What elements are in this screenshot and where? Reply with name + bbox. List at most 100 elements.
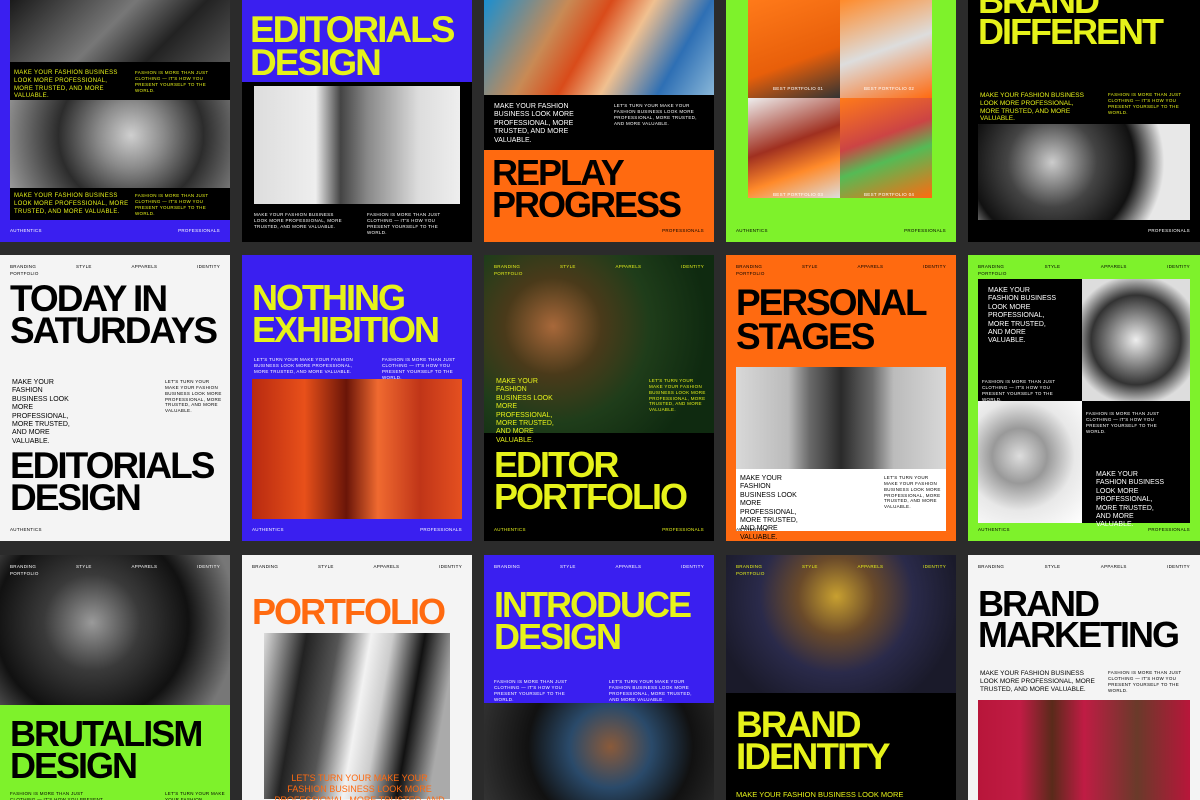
meta-identity: IDENTITY: [681, 564, 704, 569]
tagline-text: MAKE YOUR FASHION BUSINESS LOOK MORE PRO…: [254, 212, 342, 229]
grid-label-3: BEST PORTFOLIO 03: [773, 192, 824, 197]
meta-apparels: APPARELS: [131, 564, 158, 569]
photo-grid-4: [840, 98, 932, 198]
photo-grid-1: [748, 0, 840, 98]
meta-identity: IDENTITY: [923, 264, 946, 269]
small-text: FASHION IS MORE THAN JUST CLOTHING — IT'…: [1086, 411, 1160, 434]
tagline-text: MAKE YOUR FASHION BUSINESS LOOK MORE PRO…: [12, 379, 70, 445]
card-r1c1[interactable]: MAKE YOUR FASHION BUSINESS LOOK MORE PRO…: [0, 0, 230, 242]
small-text: FASHION IS MORE THAN JUST CLOTHING — IT'…: [10, 791, 104, 800]
meta-style: STYLE: [559, 564, 576, 569]
footer-left: AUTHENTICS: [10, 527, 42, 533]
small-text: LET'S TURN YOUR MAKE YOUR FASHION BUSINE…: [165, 379, 222, 414]
small-text: LET'S TURN YOUR MAKE YOUR FASHION BUSINE…: [609, 679, 692, 702]
footer-left: AUTHENTICS: [978, 527, 1010, 533]
footer-left: AUTHENTICS: [494, 527, 526, 533]
meta-branding: BRANDING: [494, 264, 521, 269]
photo-grid-3: [748, 98, 840, 198]
meta-portfolio: PORTFOLIO: [736, 571, 765, 576]
meta-portfolio: PORTFOLIO: [494, 271, 523, 276]
photo-red-curtain-silhouette: [252, 379, 462, 519]
meta-apparels: APPARELS: [1100, 564, 1127, 569]
tagline-text: MAKE YOUR FASHION BUSINESS LOOK MORE PRO…: [494, 103, 574, 144]
meta-branding: BRANDING: [736, 564, 763, 569]
meta-identity: IDENTITY: [197, 564, 220, 569]
footer-left: AUTHENTICS: [10, 228, 42, 234]
tagline-text: MAKE YOUR FASHION BUSINESS LOOK MORE PRO…: [980, 92, 1084, 123]
meta-branding: BRANDING: [10, 264, 37, 269]
meta-apparels: APPARELS: [131, 264, 158, 269]
small-text: LET'S TURN YOUR MAKE YOUR FASHION BUSINE…: [254, 357, 354, 374]
card-r1c4[interactable]: BEST PORTFOLIO 01 BEST PORTFOLIO 02 BEST…: [726, 0, 956, 242]
small-text: FASHION IS MORE THAN JUST CLOTHING — IT'…: [982, 379, 1056, 402]
footer-right: PROFESSIONALS: [420, 527, 462, 533]
footer-right: PROFESSIONALS: [1148, 228, 1190, 234]
photo-two-men-suits: [254, 86, 460, 204]
meta-identity: IDENTITY: [923, 564, 946, 569]
meta-identity: IDENTITY: [197, 264, 220, 269]
meta-style: STYLE: [559, 264, 576, 269]
tagline-text: MAKE YOUR FASHION BUSINESS LOOK MORE PRO…: [496, 378, 554, 444]
card-r1c5[interactable]: BRAND DIFFERENT MAKE YOUR FASHION BUSINE…: [968, 0, 1200, 242]
card-r3c5[interactable]: BRANDING STYLE APPARELS IDENTITY BRAND MARK…: [968, 555, 1200, 800]
meta-branding: BRANDING: [978, 564, 1005, 569]
card-title-line2: PORTFOLIO: [494, 476, 688, 517]
meta-identity: IDENTITY: [1167, 264, 1190, 269]
footer-left: AUTHENTICS: [736, 527, 768, 533]
small-text: FASHION IS MORE THAN JUST CLOTHING — IT'…: [135, 70, 209, 93]
photo-man-sunglasses-bw: [0, 555, 230, 705]
card-r2c2[interactable]: NOTHING EXHIBITION LET'S TURN YOUR MAKE …: [242, 255, 472, 541]
card-r1c3[interactable]: MAKE YOUR FASHION BUSINESS LOOK MORE PRO…: [484, 0, 714, 242]
card-r1c2[interactable]: EDITORIALS DESIGN MAKE YOUR FASHION BUSI…: [242, 0, 472, 242]
card-title-line2: PROGRESS: [492, 184, 682, 225]
meta-apparels: APPARELS: [373, 564, 400, 569]
meta-branding: BRANDING: [10, 564, 37, 569]
footer-left: AUTHENTICS: [736, 228, 768, 234]
meta-portfolio: PORTFOLIO: [736, 271, 765, 276]
small-text: LET'S TURN YOUR MAKE YOUR FASHION BUSINE…: [649, 378, 706, 413]
card-r2c1[interactable]: BRANDING STYLE APPARELS IDENTITY PORTFOLIO …: [0, 255, 230, 541]
card-r2c4[interactable]: BRANDING STYLE APPARELS IDENTITY PORTFOLIO …: [726, 255, 956, 541]
card-r3c3[interactable]: BRANDING STYLE APPARELS IDENTITY INTRODUCE …: [484, 555, 714, 800]
card-r2c5[interactable]: BRANDING STYLE APPARELS IDENTITY PORTFOLIO …: [968, 255, 1200, 541]
small-text: FASHION IS MORE THAN JUST CLOTHING — IT'…: [1108, 92, 1182, 115]
card-r2c3[interactable]: BRANDING STYLE APPARELS IDENTITY PORTFOLIO …: [484, 255, 714, 541]
tagline-text: MAKE YOUR FASHION BUSINESS LOOK MORE PRO…: [14, 193, 129, 215]
meta-style: STYLE: [75, 564, 92, 569]
photo-two-people-red: [978, 700, 1190, 800]
small-text: LET'S TURN YOUR MAKE YOUR FASHION BUSINE…: [614, 103, 697, 126]
card-title-line4: DESIGN: [10, 477, 142, 518]
meta-style: STYLE: [317, 564, 334, 569]
tagline-text: MAKE YOUR FASHION BUSINESS LOOK MORE PRO…: [980, 670, 1095, 693]
small-text: FASHION IS MORE THAN JUST CLOTHING — IT'…: [382, 357, 456, 380]
footer-right: PROFESSIONALS: [904, 228, 946, 234]
meta-portfolio: PORTFOLIO: [978, 271, 1007, 276]
card-body-text: LET'S TURN YOUR MAKE YOUR FASHION BUSINE…: [274, 773, 445, 800]
photo-blurred-face: FASHION IS MORE THAN JUST CLOTHING — IT'…: [978, 379, 1082, 523]
tagline-text: MAKE YOUR FASHION BUSINESS LOOK MORE PRO…: [14, 70, 118, 100]
meta-apparels: APPARELS: [615, 564, 642, 569]
card-title-line2: EXHIBITION: [252, 309, 440, 350]
card-r3c2[interactable]: BRANDING STYLE APPARELS IDENTITY PORTFOLIO …: [242, 555, 472, 800]
card-r3c1[interactable]: BRANDING STYLE APPARELS IDENTITY PORTFOLIO …: [0, 555, 230, 800]
small-text: FASHION IS MORE THAN JUST CLOTHING — IT'…: [367, 212, 441, 235]
footer-right: PROFESSIONALS: [1148, 527, 1190, 533]
card-r3c4[interactable]: BRANDING STYLE APPARELS IDENTITY PORTFOLIO …: [726, 555, 956, 800]
small-text: LET'S TURN YOUR MAKE YOUR FASHION BUSINE…: [165, 791, 225, 800]
card-title-line2: MARKETING: [978, 614, 1180, 655]
meta-portfolio: PORTFOLIO: [10, 571, 39, 576]
card-title-line2: DESIGN: [10, 745, 138, 786]
card-title-line2: STAGES: [736, 316, 875, 357]
footer-right: PROFESSIONALS: [178, 228, 220, 234]
card-title-line2: DESIGN: [250, 42, 382, 83]
meta-style: STYLE: [1044, 264, 1061, 269]
meta-identity: IDENTITY: [439, 564, 462, 569]
meta-identity: IDENTITY: [1167, 564, 1190, 569]
caption-white: MAKE YOUR FASHION BUSINESS LOOK MORE PRO…: [736, 469, 946, 541]
card-title-line1: PORTFOLIO: [252, 591, 446, 632]
photo-bw-man-bottom: [10, 100, 230, 188]
meta-apparels: APPARELS: [1100, 264, 1127, 269]
grid-label-2: BEST PORTFOLIO 02: [864, 86, 915, 91]
caption-area-bottom: MAKE YOUR FASHION BUSINESS LOOK MORE PRO…: [10, 188, 230, 220]
meta-apparels: APPARELS: [857, 264, 884, 269]
